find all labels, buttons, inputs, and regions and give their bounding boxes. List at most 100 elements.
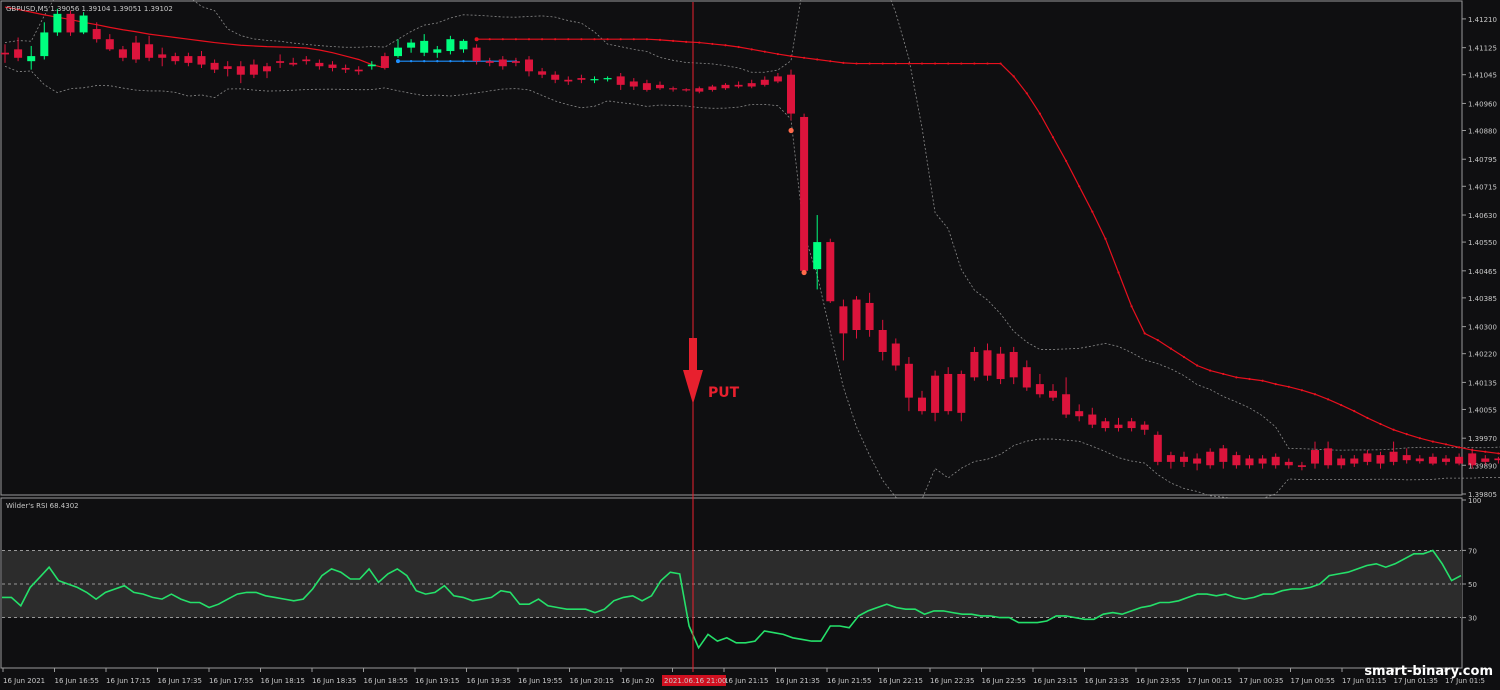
candle-body <box>682 89 691 91</box>
candle-body <box>931 375 940 413</box>
candle-body <box>79 15 88 33</box>
candle-body <box>1402 455 1411 461</box>
candle-body <box>787 74 795 114</box>
candle-body <box>158 54 167 58</box>
candle-body <box>525 59 533 72</box>
candle-body <box>865 302 874 330</box>
mid-band-dot <box>1274 383 1277 386</box>
candle-body <box>145 44 154 58</box>
time-tick-label: 16 Jun 22:15 <box>879 677 923 685</box>
candle-body <box>1258 458 1267 464</box>
candle-body <box>511 61 520 63</box>
mid-band-dot <box>1418 437 1421 440</box>
time-tick-label: 16 Jun 21:35 <box>776 677 820 685</box>
mid-band-dot <box>894 62 897 65</box>
mid-band-dot <box>868 62 871 65</box>
rsi-tick-label: 70 <box>1468 547 1477 555</box>
candle-body <box>944 373 953 412</box>
time-tick-label: 16 Jun 21:15 <box>724 677 768 685</box>
candle-body <box>1297 465 1306 467</box>
candle-body <box>184 56 193 63</box>
price-tick-label: 1.40880 <box>1468 127 1497 135</box>
mid-band-dot <box>1038 112 1041 115</box>
mid-band-dot <box>1484 450 1487 453</box>
candle-body <box>747 83 756 87</box>
candle-body <box>1193 458 1202 464</box>
candle-body <box>891 343 900 366</box>
candle-body <box>577 78 586 80</box>
candle-body <box>1428 456 1437 464</box>
candle-body <box>14 49 23 58</box>
price-tick-label: 1.40960 <box>1468 100 1497 108</box>
mid-band-dot <box>803 56 806 59</box>
price-tick-label: 1.40385 <box>1468 295 1497 303</box>
mid-band-dot <box>1104 237 1107 240</box>
candle-body <box>878 330 887 352</box>
candle-body <box>721 84 730 89</box>
mid-band-dot <box>501 38 504 41</box>
candle-body <box>132 42 140 60</box>
mid-band-dot <box>986 62 989 65</box>
time-tick-label: 16 Jun 23:35 <box>1085 677 1129 685</box>
mid-band-dot <box>907 62 911 65</box>
candle-body <box>1376 455 1385 464</box>
mid-band-dot <box>593 38 596 41</box>
candle-body <box>1088 414 1097 425</box>
blue-level-dot <box>449 59 452 63</box>
put-label: PUT <box>708 385 740 401</box>
mid-band-dot <box>1012 75 1015 78</box>
price-pane[interactable]: PUT GBPUSD,M5 1.39056 1.39104 1.39051 1.… <box>0 0 1500 509</box>
candle-body <box>1271 456 1280 466</box>
candle-body <box>1389 451 1398 462</box>
candle-body <box>1075 411 1084 417</box>
candle-body <box>118 49 127 58</box>
mid-band-dot <box>1497 452 1500 455</box>
candle-body <box>970 351 979 378</box>
candle-body <box>1206 451 1215 466</box>
candle-body <box>957 373 966 413</box>
mid-band-dot <box>855 62 858 65</box>
price-tick-label: 1.40795 <box>1468 156 1497 164</box>
candle-body <box>695 88 704 92</box>
signal-dot <box>801 269 807 276</box>
time-tick-label: 16 Jun 22:55 <box>982 677 1026 685</box>
mid-band-dot <box>1065 159 1068 163</box>
mid-band-dot <box>750 48 753 51</box>
time-tick-label: 16 Jun 22:35 <box>930 677 974 685</box>
mid-band-dot <box>934 62 937 65</box>
time-tick-label: 16 Jun 18:35 <box>312 677 356 685</box>
price-tick-label: 1.41125 <box>1468 45 1497 53</box>
mid-band-dot <box>947 62 950 65</box>
mid-band-dot <box>554 38 557 41</box>
time-tick-label: 16 Jun 16:55 <box>55 677 99 685</box>
candle-body <box>1442 458 1450 462</box>
time-tick-label: 16 Jun 19:55 <box>518 677 562 685</box>
mid-band-dot <box>1431 440 1434 443</box>
candle-body <box>642 83 651 90</box>
mid-band-dot <box>527 38 531 41</box>
candle-body <box>407 42 416 48</box>
mid-band-dot <box>1235 376 1238 379</box>
candle-body <box>328 64 337 68</box>
mid-band-dot <box>829 60 832 63</box>
mid-band-dot <box>1209 369 1212 372</box>
candle <box>826 238 835 303</box>
candle-body <box>1127 421 1136 429</box>
mid-band-dot <box>842 61 845 64</box>
mid-band-dot <box>1287 385 1290 388</box>
candle-body <box>1153 434 1162 462</box>
candle-body <box>354 69 363 72</box>
candle-body <box>1324 448 1333 466</box>
candle-body <box>66 13 75 33</box>
candle-body <box>1350 458 1359 464</box>
rsi-pane[interactable]: Wilder's RSI 68.4302 100 70 50 30 <box>0 497 1481 669</box>
candle-body <box>734 84 743 87</box>
mid-band-dot <box>1156 339 1159 342</box>
mid-band-dot <box>816 58 819 61</box>
mid-band-dot <box>1130 305 1133 308</box>
candle-body <box>1284 461 1293 466</box>
candle-body <box>433 49 442 53</box>
mid-band-dot <box>1300 389 1303 392</box>
mid-band-dot <box>1091 210 1094 213</box>
rsi-tick-label: 100 <box>1468 497 1481 505</box>
